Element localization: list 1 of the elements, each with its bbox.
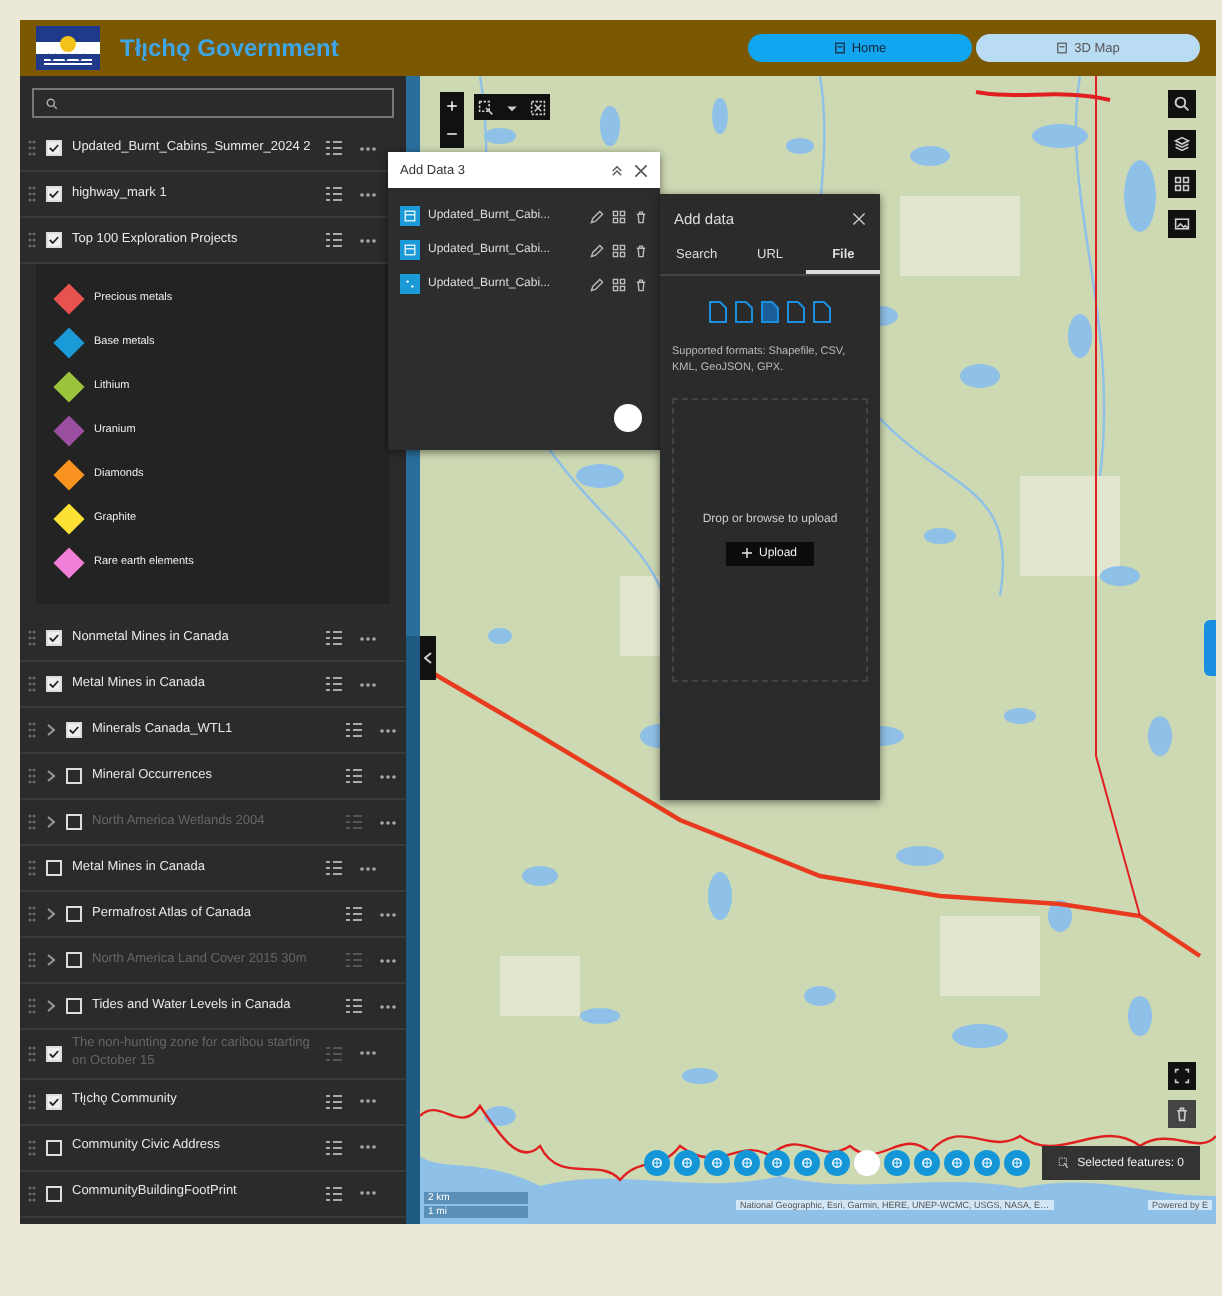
app-title: Tłı̨chǫ Government bbox=[120, 34, 341, 62]
